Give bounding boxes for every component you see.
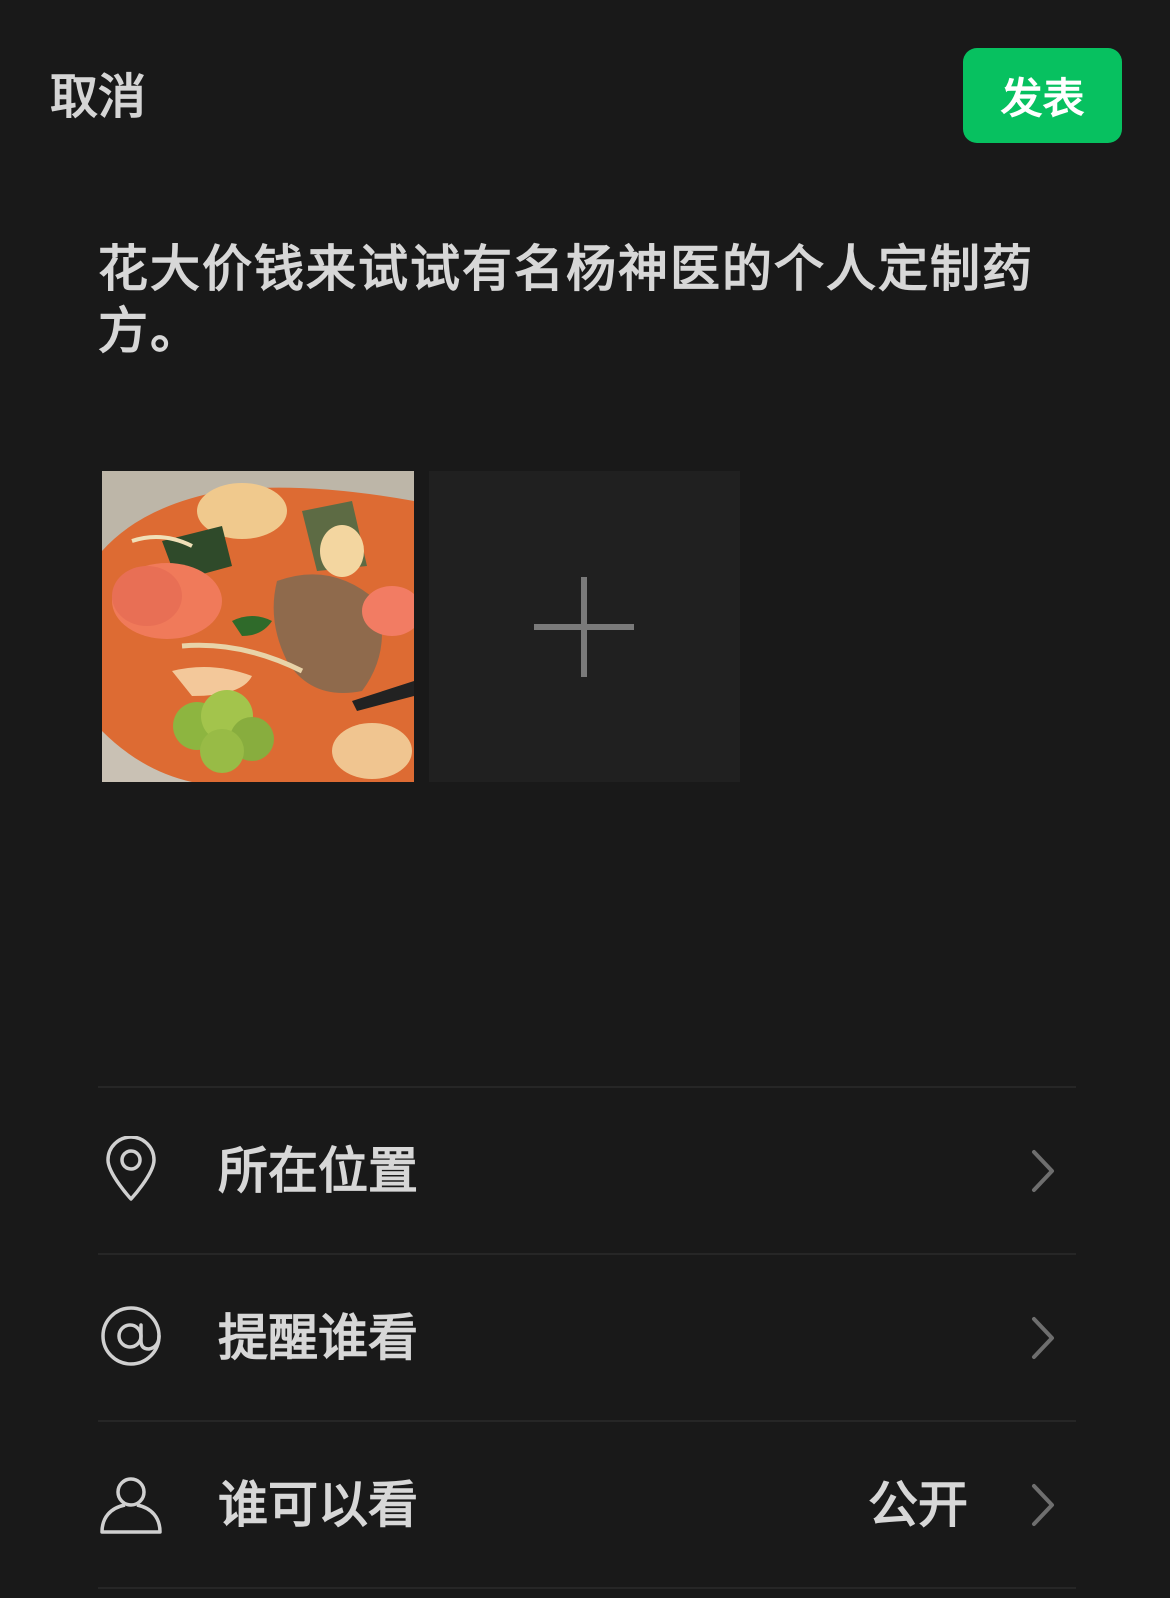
chevron-right-icon	[1032, 1317, 1054, 1359]
location-row[interactable]: 所在位置	[98, 1088, 1076, 1254]
food-photo-image	[102, 471, 414, 782]
post-text-input[interactable]: 花大价钱来试试有名杨神医的个人定制药方。	[98, 238, 1058, 362]
visibility-value: 公开	[868, 1476, 968, 1534]
divider	[98, 1587, 1076, 1589]
add-photo-button[interactable]	[429, 471, 740, 782]
cancel-button[interactable]: 取消	[50, 62, 146, 132]
chevron-right-icon	[1032, 1150, 1054, 1192]
location-pin-icon	[106, 1136, 156, 1201]
visibility-row[interactable]: 谁可以看 公开	[98, 1422, 1076, 1588]
person-icon	[100, 1477, 162, 1534]
visibility-label: 谁可以看	[218, 1476, 418, 1534]
location-label: 所在位置	[218, 1142, 418, 1200]
mention-row[interactable]: 提醒谁看	[98, 1255, 1076, 1421]
chevron-right-icon	[1032, 1484, 1054, 1526]
attached-photo-thumbnail[interactable]	[102, 471, 414, 782]
mention-label: 提醒谁看	[218, 1309, 418, 1367]
at-sign-icon	[101, 1306, 161, 1366]
compose-moment-page: 取消 发表 花大价钱来试试有名杨神医的个人定制药方。 所在位置 提醒谁看 谁可以…	[0, 0, 1170, 1598]
publish-button[interactable]: 发表	[963, 48, 1122, 143]
plus-icon	[534, 577, 634, 677]
